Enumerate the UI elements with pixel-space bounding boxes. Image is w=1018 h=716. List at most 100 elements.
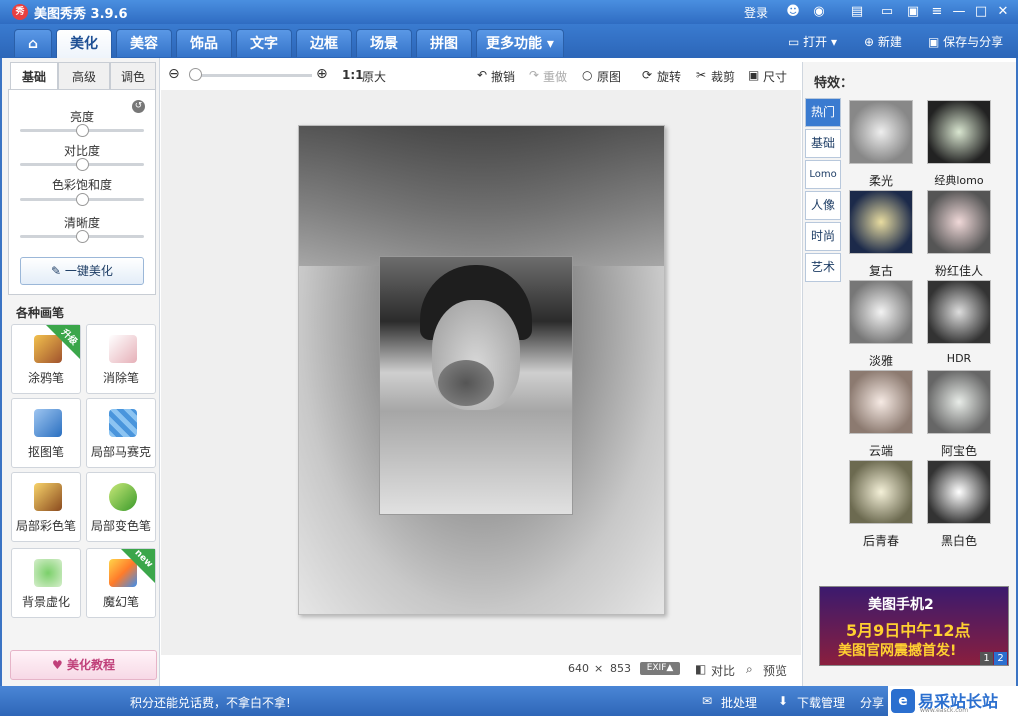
- fx-label: 阿宝色: [940, 444, 977, 458]
- undo-icon[interactable]: ↶: [477, 68, 487, 82]
- close-icon[interactable]: ✕: [994, 3, 1012, 21]
- brush-eraser[interactable]: 消除笔: [86, 324, 156, 394]
- share-button[interactable]: 分享: [860, 694, 884, 711]
- ad-page-1[interactable]: 1: [980, 652, 993, 665]
- save-icon: ▣: [928, 35, 944, 49]
- crop-button[interactable]: 裁剪: [711, 68, 735, 85]
- exif-button[interactable]: EXIF▲: [640, 662, 680, 675]
- onekey-label: 一键美化: [64, 264, 113, 278]
- page-icon[interactable]: ▤: [848, 3, 866, 21]
- fx-cat-basic[interactable]: 基础: [805, 129, 841, 158]
- fx-label: 云端: [868, 444, 893, 458]
- brush-mosaic[interactable]: 局部马赛克: [86, 398, 156, 468]
- size-button[interactable]: 尺寸: [763, 68, 787, 85]
- login-link[interactable]: 登录: [744, 4, 768, 21]
- tab-border[interactable]: 边框: [296, 29, 352, 57]
- blur-icon: [34, 559, 62, 587]
- subtab-color[interactable]: 调色: [110, 62, 156, 90]
- sharpness-knob[interactable]: [76, 230, 89, 243]
- fx-label: 复古: [868, 264, 893, 278]
- brush-label: 消除笔: [102, 371, 139, 385]
- skin-icon[interactable]: ▣: [904, 3, 922, 21]
- preview-button[interactable]: 预览: [763, 662, 787, 679]
- tab-beautify[interactable]: 美化: [56, 29, 112, 58]
- fx-cat-fashion[interactable]: 时尚: [805, 222, 841, 251]
- fx-cat-portrait[interactable]: 人像: [805, 191, 841, 220]
- message-icon[interactable]: ▭: [878, 3, 896, 21]
- subtab-advanced[interactable]: 高级: [58, 62, 110, 90]
- saturation-knob[interactable]: [76, 193, 89, 206]
- download-button[interactable]: 下载管理: [797, 694, 845, 711]
- zoom-out-icon[interactable]: ⊖: [168, 66, 180, 82]
- fx-thumb-lomo[interactable]: [927, 100, 991, 164]
- qq-icon[interactable]: ☻: [784, 3, 802, 21]
- batch-button[interactable]: 批处理: [721, 694, 757, 711]
- new-label: 新建: [877, 35, 902, 49]
- undo-button[interactable]: 撤销: [491, 68, 515, 85]
- download-icon[interactable]: ⬇: [778, 694, 788, 708]
- zoom-slider[interactable]: [192, 74, 312, 77]
- open-button[interactable]: ▭ 打开 ▾: [788, 33, 837, 50]
- tab-decor[interactable]: 饰品: [176, 29, 232, 57]
- zoom-knob[interactable]: [189, 68, 202, 81]
- one-key-beautify-button[interactable]: ✎ 一键美化: [20, 257, 144, 285]
- photo-blur-top: [299, 126, 664, 266]
- fx-thumb-elegant[interactable]: [849, 280, 913, 344]
- fx-thumb-youth[interactable]: [849, 460, 913, 524]
- zoom-in-icon[interactable]: ⊕: [316, 66, 328, 82]
- maximize-icon[interactable]: □: [972, 3, 990, 21]
- ad-page-2[interactable]: 2: [994, 652, 1007, 665]
- contrast-knob[interactable]: [76, 158, 89, 171]
- ad-line3: 美图官网震撼首发!: [838, 643, 957, 659]
- resize-icon[interactable]: ▣: [748, 68, 759, 82]
- brushes-title: 各种画笔: [16, 306, 65, 320]
- fx-thumb-vintage[interactable]: [849, 190, 913, 254]
- app-logo-icon: 秀: [12, 4, 28, 20]
- home-tab[interactable]: ⌂: [14, 29, 52, 57]
- save-share-button[interactable]: ▣ 保存与分享: [928, 33, 1003, 50]
- tab-cosmetic[interactable]: 美容: [116, 29, 172, 57]
- scissors-icon[interactable]: ✂: [696, 68, 706, 82]
- brush-color-change[interactable]: 局部变色笔: [86, 472, 156, 542]
- tab-text[interactable]: 文字: [236, 29, 292, 57]
- brush-cutout[interactable]: 抠图笔: [11, 398, 81, 468]
- rotate-icon[interactable]: ⟳: [642, 68, 652, 82]
- brush-magic[interactable]: new 魔幻笔: [86, 548, 156, 618]
- tutorial-button[interactable]: ♥ 美化教程: [10, 650, 157, 680]
- fx-thumb-abao[interactable]: [927, 370, 991, 434]
- weibo-icon[interactable]: ◉: [810, 3, 828, 21]
- fx-thumb-softlight[interactable]: [849, 100, 913, 164]
- brush-local-color[interactable]: 局部彩色笔: [11, 472, 81, 542]
- brush-label: 抠图笔: [27, 445, 64, 459]
- ticker-text[interactable]: 积分还能兑话费，不拿白不拿!: [130, 694, 291, 711]
- photo-flower: [438, 360, 494, 406]
- watermark-logo-icon: e: [891, 689, 915, 713]
- compare-button[interactable]: 对比: [711, 662, 735, 679]
- batch-icon[interactable]: ✉: [702, 694, 712, 708]
- fx-cat-hot[interactable]: 热门: [805, 98, 841, 127]
- ratio-label[interactable]: 1:1: [342, 68, 364, 82]
- tab-collage[interactable]: 拼图: [416, 29, 472, 57]
- fx-thumb-cloud[interactable]: [849, 370, 913, 434]
- tab-scene[interactable]: 场景: [356, 29, 412, 57]
- rotate-button[interactable]: 旋转: [657, 68, 681, 85]
- brush-doodle[interactable]: 升级 涂鸦笔: [11, 324, 81, 394]
- fx-label: 柔光: [868, 174, 893, 188]
- minimize-icon[interactable]: —: [950, 3, 968, 21]
- fx-thumb-hdr[interactable]: [927, 280, 991, 344]
- fx-thumb-pink[interactable]: [927, 190, 991, 254]
- original-size-button[interactable]: 原大: [362, 68, 386, 85]
- menu-icon[interactable]: ≡: [928, 3, 946, 21]
- open-label: 打开: [803, 35, 828, 49]
- preview-icon[interactable]: ⌕: [746, 662, 753, 677]
- original-icon[interactable]: ○: [582, 68, 592, 82]
- brightness-knob[interactable]: [76, 124, 89, 137]
- original-button[interactable]: 原图: [597, 68, 621, 85]
- compare-icon[interactable]: ◧: [695, 662, 706, 676]
- home-icon: ⌂: [27, 36, 39, 52]
- fx-thumb-bw[interactable]: [927, 460, 991, 524]
- tab-more[interactable]: 更多功能 ▾: [476, 29, 564, 57]
- new-button[interactable]: ⊕ 新建: [864, 33, 902, 50]
- brush-blur-bg[interactable]: 背景虚化: [11, 548, 81, 618]
- subtab-basic[interactable]: 基础: [10, 62, 58, 90]
